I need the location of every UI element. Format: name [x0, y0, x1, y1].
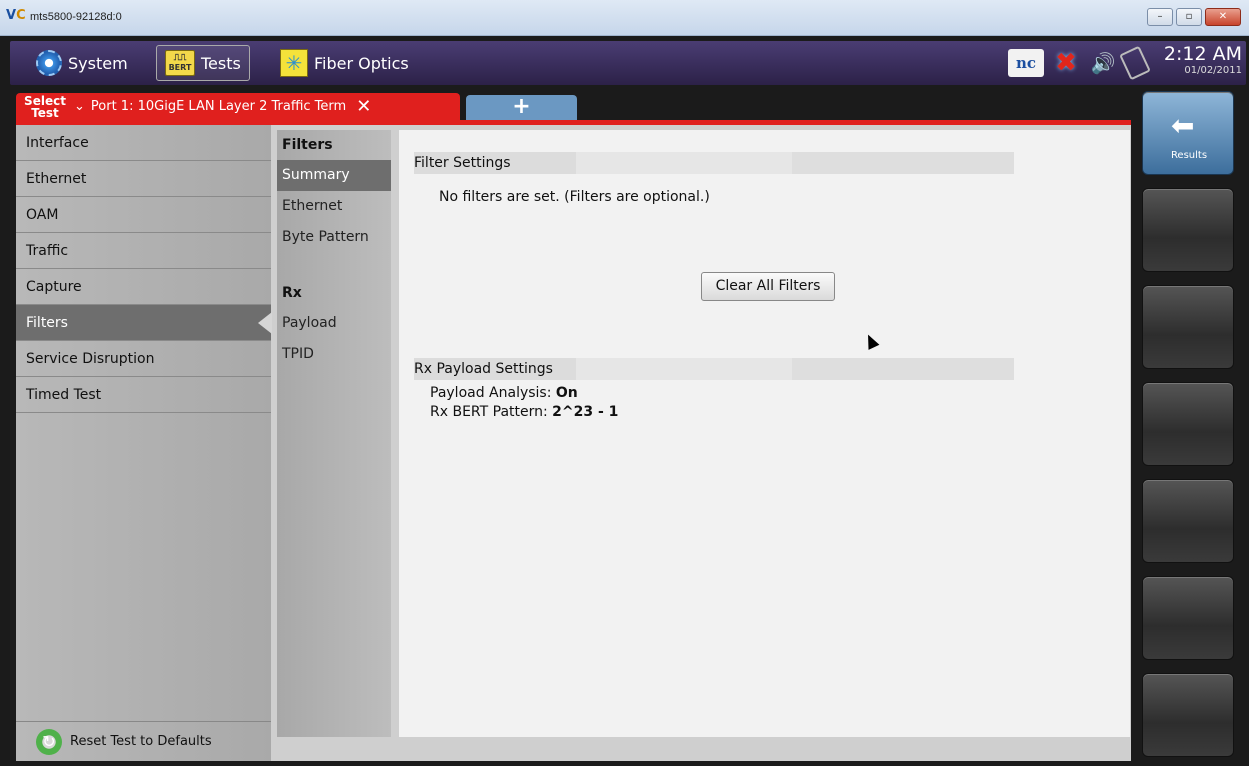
- rx-bert-pattern-row: Rx BERT Pattern: 2^23 - 1: [430, 404, 618, 420]
- nav-item-capture[interactable]: Capture: [16, 269, 271, 305]
- system-label: System: [68, 53, 128, 73]
- window-titlebar: VC mts5800-92128d:0 – ▫ ✕: [0, 0, 1249, 36]
- speaker-icon[interactable]: 🔊: [1088, 49, 1118, 77]
- battery-icon: [1119, 45, 1151, 81]
- subnav-item-payload[interactable]: Payload: [277, 308, 391, 339]
- network-disconnected-icon[interactable]: ✖: [1050, 49, 1082, 77]
- nav-item-oam[interactable]: OAM: [16, 197, 271, 233]
- mouse-cursor-icon: [862, 332, 880, 350]
- left-nav: Interface Ethernet OAM Traffic Capture F…: [16, 125, 272, 761]
- payload-analysis-label: Payload Analysis:: [430, 385, 552, 401]
- window-title: mts5800-92128d:0: [30, 11, 122, 23]
- clear-all-filters-button[interactable]: Clear All Filters: [701, 272, 835, 301]
- fiber-optics-icon: ✳: [280, 49, 308, 77]
- rx-bert-pattern-value: 2^23 - 1: [552, 404, 619, 420]
- soft-key-4[interactable]: [1142, 382, 1234, 466]
- no-filters-message: No filters are set. (Filters are optiona…: [439, 189, 710, 205]
- soft-key-6[interactable]: [1142, 576, 1234, 660]
- soft-key-5[interactable]: [1142, 479, 1234, 563]
- nav-item-service-disruption[interactable]: Service Disruption: [16, 341, 271, 377]
- bert-icon: ⎍⎍ BERT: [165, 50, 195, 76]
- tests-button[interactable]: ⎍⎍ BERT Tests: [156, 45, 250, 81]
- system-button[interactable]: System: [28, 45, 136, 81]
- subnav-item-summary[interactable]: Summary: [277, 160, 391, 191]
- clock-date: 01/02/2011: [1184, 65, 1242, 76]
- subnav-item-ethernet[interactable]: Ethernet: [277, 191, 391, 222]
- app-frame: System ⎍⎍ BERT Tests ✳ Fiber Optics nc ✖ …: [0, 36, 1249, 766]
- main-panel: Interface Ethernet OAM Traffic Capture F…: [16, 125, 1131, 761]
- tab-port1-label[interactable]: ⌄ Port 1: 10GigE LAN Layer 2 Traffic Ter…: [74, 96, 371, 117]
- status-icons: nc ✖ 🔊: [1008, 45, 1151, 81]
- gear-icon: [36, 50, 62, 76]
- select-test-button[interactable]: Select Test: [16, 95, 74, 119]
- close-window-button[interactable]: ✕: [1205, 8, 1241, 26]
- fiber-optics-label: Fiber Optics: [314, 53, 409, 73]
- content-panel: Filter Settings No filters are set. (Fil…: [399, 130, 1130, 737]
- app-logo: VC: [6, 8, 26, 23]
- close-tab-icon[interactable]: ✕: [356, 96, 371, 117]
- tests-label: Tests: [201, 53, 241, 73]
- minimize-button[interactable]: –: [1147, 8, 1173, 26]
- clock: 2:12 AM 01/02/2011: [1156, 43, 1242, 83]
- nav-item-timed-test[interactable]: Timed Test: [16, 377, 271, 413]
- nav-item-traffic[interactable]: Traffic: [16, 233, 271, 269]
- filter-settings-header: Filter Settings: [414, 152, 1014, 174]
- payload-analysis-value: On: [555, 385, 578, 401]
- subnav-heading-filters: Filters: [282, 137, 333, 153]
- recycle-icon: ↻: [36, 728, 62, 755]
- fiber-optics-button[interactable]: ✳ Fiber Optics: [272, 45, 417, 81]
- subnav-item-byte-pattern[interactable]: Byte Pattern: [277, 222, 391, 253]
- reset-test-label: Reset Test to Defaults: [70, 733, 212, 749]
- payload-analysis-row: Payload Analysis: On: [430, 385, 578, 401]
- soft-key-2[interactable]: [1142, 188, 1234, 272]
- window-controls: – ▫ ✕: [1147, 8, 1241, 26]
- subnav-item-tpid[interactable]: TPID: [277, 339, 391, 370]
- nav-item-interface[interactable]: Interface: [16, 125, 271, 161]
- add-tab-button[interactable]: +: [466, 95, 577, 120]
- soft-key-7[interactable]: [1142, 673, 1234, 757]
- rx-bert-pattern-label: Rx BERT Pattern:: [430, 404, 548, 420]
- maximize-button[interactable]: ▫: [1176, 8, 1202, 26]
- chevron-down-icon: ⌄: [74, 99, 85, 114]
- top-bar: System ⎍⎍ BERT Tests ✳ Fiber Optics nc ✖ …: [10, 41, 1246, 85]
- arrow-left-icon: ⬅: [1171, 109, 1195, 142]
- tab-port1[interactable]: Select Test ⌄ Port 1: 10GigE LAN Layer 2…: [16, 93, 460, 120]
- reset-test-button[interactable]: ↻ Reset Test to Defaults: [16, 721, 271, 761]
- subnav-heading-rx: Rx: [282, 285, 302, 301]
- rx-payload-settings-header: Rx Payload Settings: [414, 358, 1014, 380]
- test-tab-bar: Select Test ⌄ Port 1: 10GigE LAN Layer 2…: [16, 91, 1131, 125]
- sub-nav: Filters Summary Ethernet Byte Pattern Rx…: [277, 130, 391, 737]
- nav-item-filters[interactable]: Filters: [16, 305, 272, 341]
- nav-item-ethernet[interactable]: Ethernet: [16, 161, 271, 197]
- results-button[interactable]: ⬅ Results: [1142, 91, 1234, 175]
- results-label: Results: [1170, 150, 1208, 161]
- clock-time: 2:12 AM: [1163, 43, 1242, 65]
- soft-key-bar: ⬅ Results: [1138, 91, 1244, 761]
- soft-key-3[interactable]: [1142, 285, 1234, 369]
- nc-icon[interactable]: nc: [1008, 49, 1044, 77]
